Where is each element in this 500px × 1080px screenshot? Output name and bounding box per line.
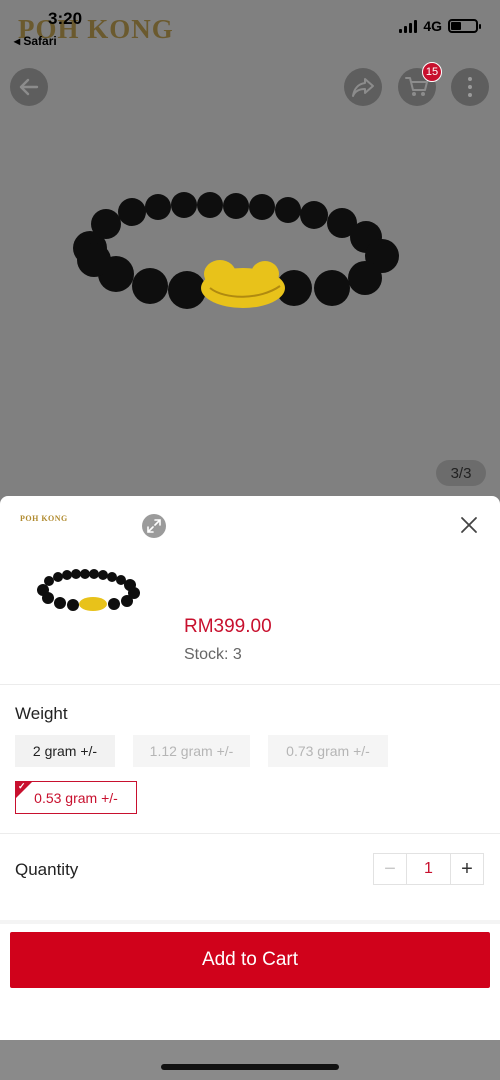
thumbnail-logo: POH KONG [20,514,68,523]
weight-label: Weight [15,704,68,723]
image-page-indicator: 3/3 [436,460,486,486]
share-icon [352,78,374,97]
checkmark-icon: ✓ [18,781,26,791]
add-to-cart-button[interactable]: Add to Cart [10,932,490,988]
weight-option-label: 0.53 gram +/- [34,789,118,806]
back-to-safari-link[interactable]: ◂ Safari [14,34,57,48]
quantity-label: Quantity [15,860,79,879]
divider [0,833,500,834]
status-indicators: 4G [399,18,481,34]
close-icon [461,517,477,533]
quantity-stepper: − 1 + [373,853,484,885]
thumbnail-bracelet-image [37,569,140,611]
more-options-button[interactable] [451,68,489,106]
weight-option-label: 2 gram +/- [32,743,98,759]
divider [0,920,500,924]
weight-option-0-73g: 0.73 gram +/- [268,735,388,767]
quantity-value[interactable]: 1 [406,854,451,884]
weight-option-0-53g[interactable]: ✓ 0.53 gram +/- [15,781,137,814]
battery-icon [448,19,481,33]
product-price: RM399.00 [184,616,272,637]
back-button[interactable] [10,68,48,106]
decrease-quantity-button[interactable]: − [374,854,406,884]
cart-button[interactable]: 15 [398,62,442,106]
product-image [73,192,399,309]
home-indicator-area [0,1040,500,1080]
back-arrow-icon [19,78,39,96]
stock-count: Stock: 3 [184,646,242,663]
expand-image-button[interactable] [142,514,166,538]
cart-count-badge: 15 [422,62,442,82]
divider [0,684,500,685]
weight-option-label: 1.12 gram +/- [149,743,234,759]
weight-option-label: 0.73 gram +/- [286,743,370,759]
signal-icon [399,19,418,33]
more-icon [468,77,472,97]
network-type: 4G [423,18,442,34]
close-button[interactable] [456,512,482,538]
weight-option-2g[interactable]: 2 gram +/- [15,735,115,767]
product-options-sheet: POH KONG RM399.00 Stock: 3 Weight 2 gram… [0,496,500,1040]
weight-option-1-12g: 1.12 gram +/- [133,735,250,767]
home-indicator[interactable] [161,1064,339,1070]
status-time: 3:20 [48,9,83,28]
share-button[interactable] [344,68,382,106]
increase-quantity-button[interactable]: + [451,854,483,884]
expand-icon [147,519,161,533]
